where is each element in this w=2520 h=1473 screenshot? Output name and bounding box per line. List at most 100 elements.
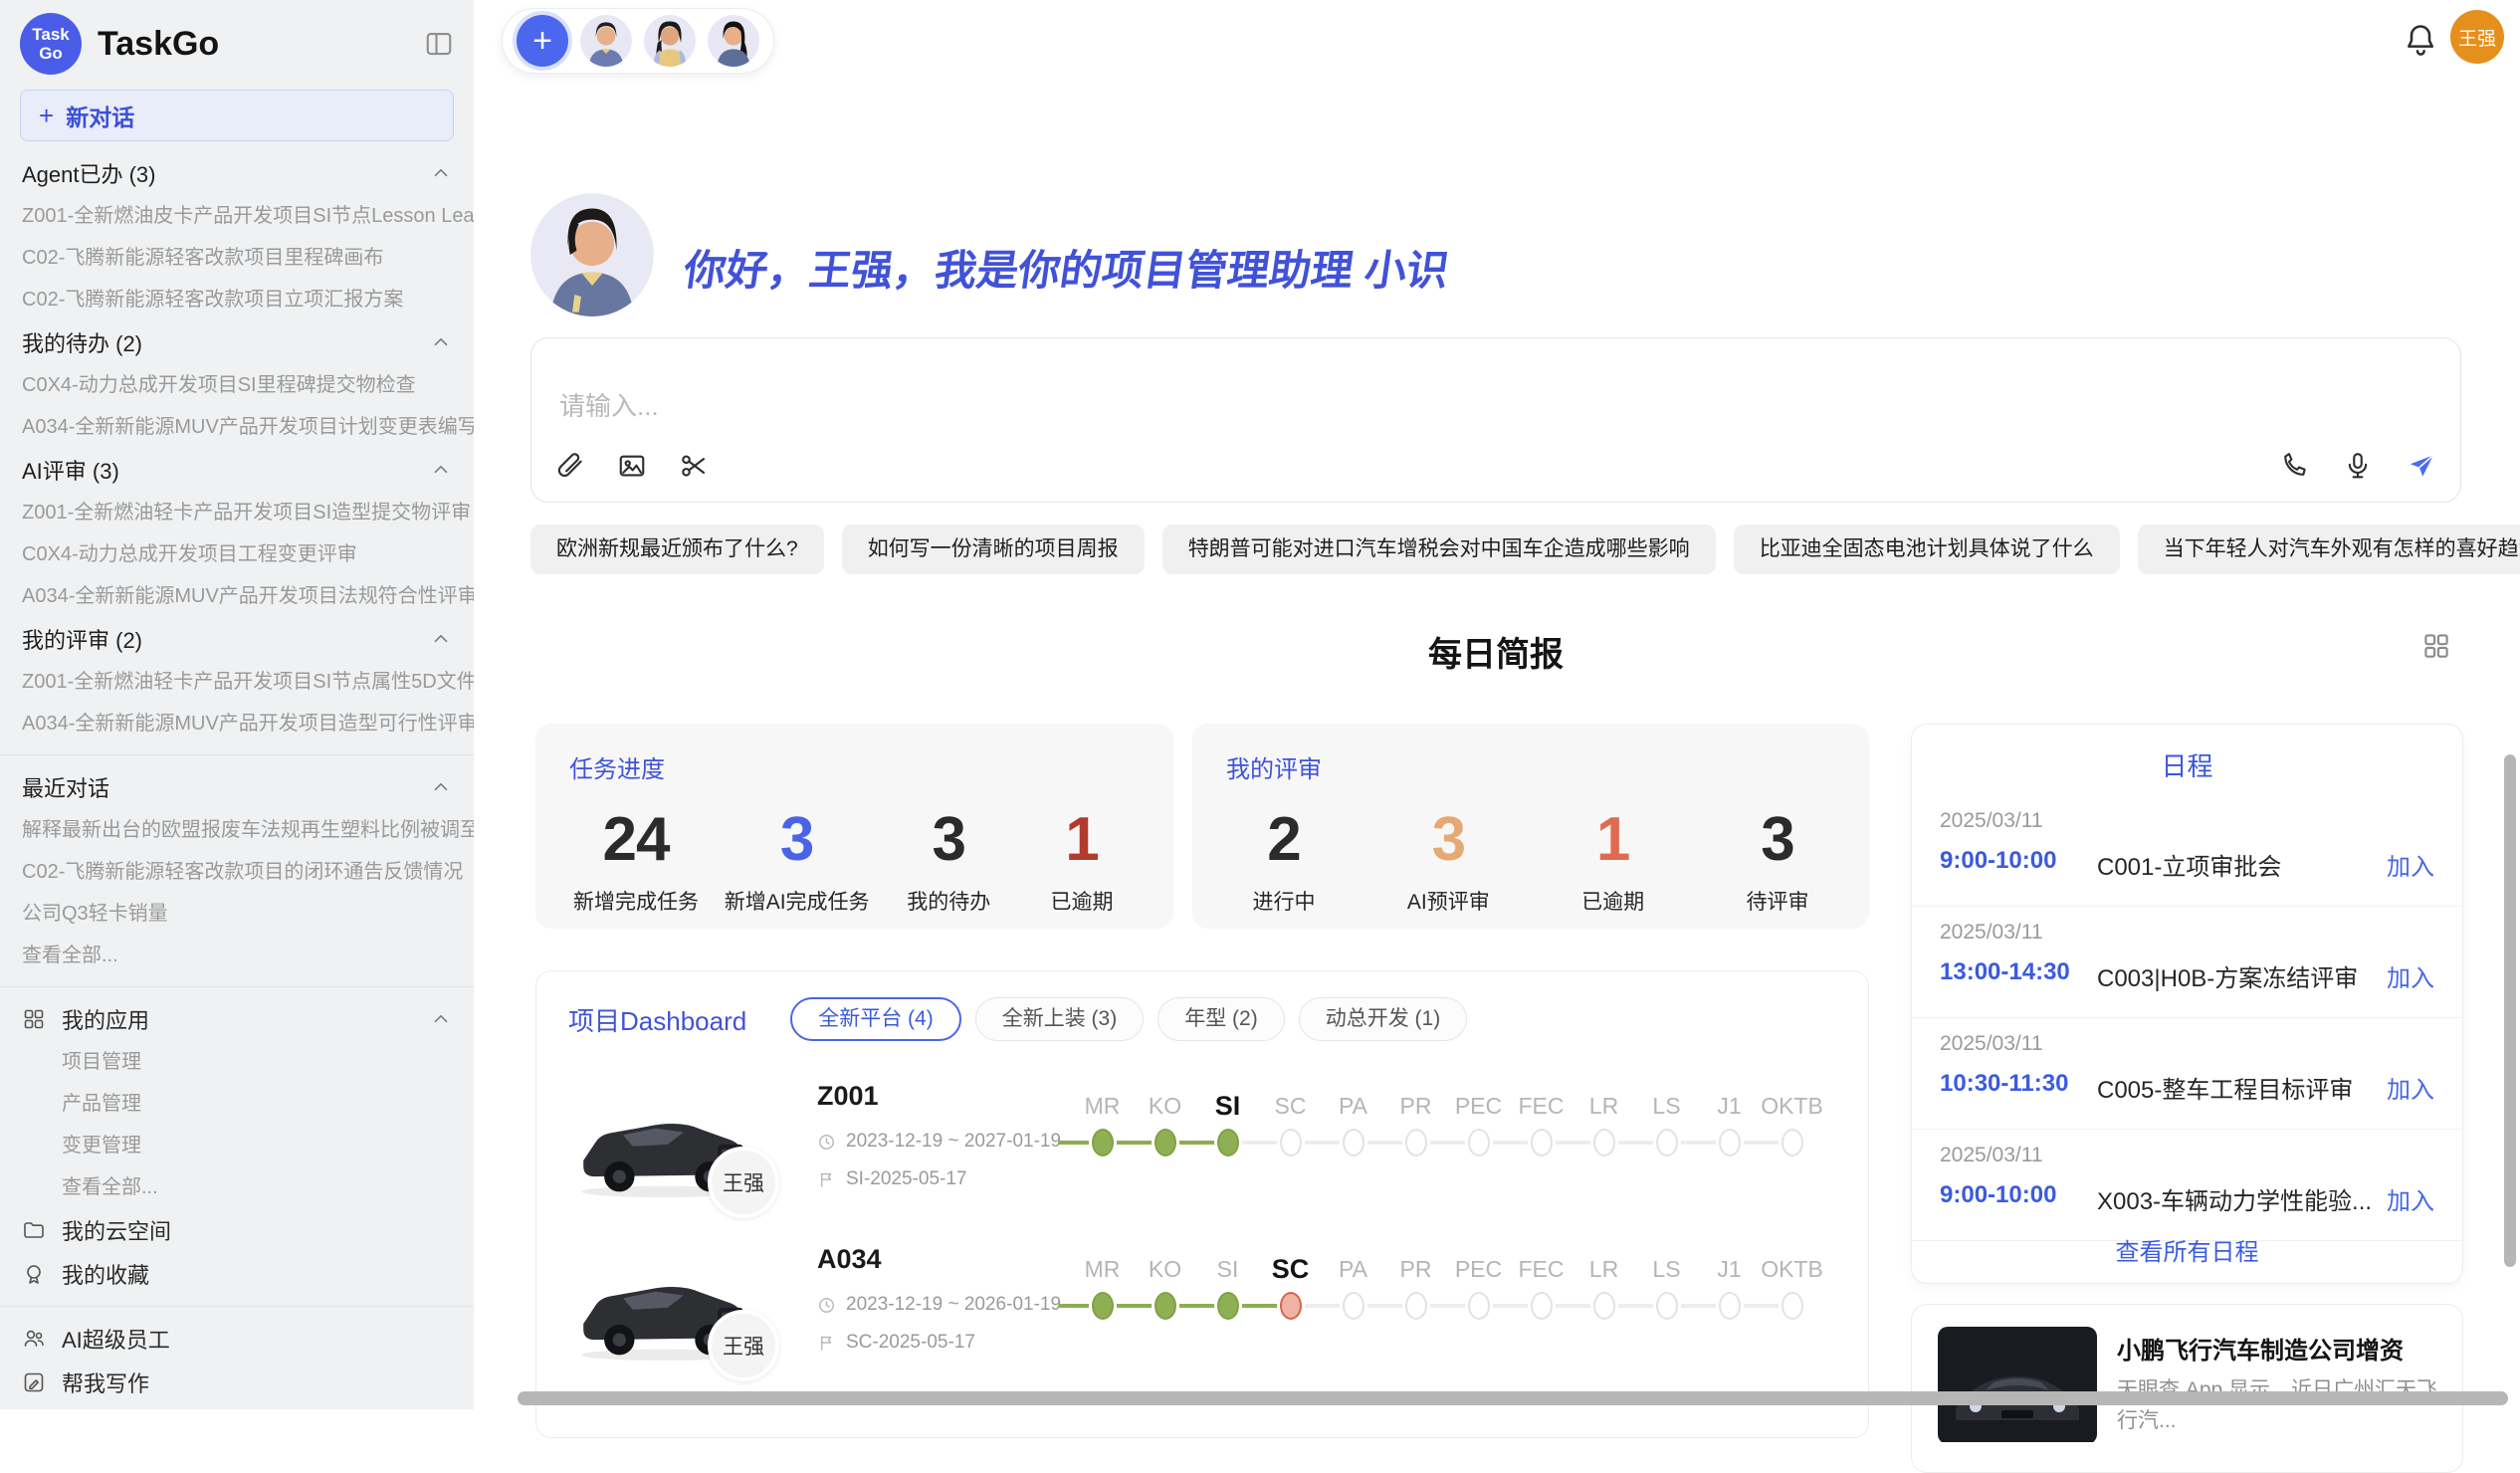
recent-conversation-item[interactable]: 解释最新出台的欧盟报废车法规再生塑料比例被调至15%... xyxy=(0,809,474,851)
milestone-label: SI xyxy=(1196,1250,1259,1288)
sidebar-task-item[interactable]: C0X4-动力总成开发项目工程变更评审 xyxy=(0,533,474,575)
new-chat-button[interactable]: + 新对话 xyxy=(20,90,454,141)
sidebar-task-item[interactable]: C0X4-动力总成开发项目SI里程碑提交物检查 xyxy=(0,364,474,406)
schedule-item: 2025/03/119:00-10:00X003-车辆动力学性能验...加入 xyxy=(1912,1130,2462,1241)
schedule-title: 日程 xyxy=(1912,746,2462,783)
suggestion-chip[interactable]: 特朗普可能对进口汽车增税会对中国车企造成哪些影响 xyxy=(1162,525,1716,574)
sidebar-task-item[interactable]: A034-全新新能源MUV产品开发项目造型可行性评审 xyxy=(0,703,474,744)
project-row[interactable]: 王强A0342023-12-19 ~ 2026-01-19SC-2025-05-… xyxy=(568,1238,1836,1401)
milestone-label: MR xyxy=(1071,1250,1134,1288)
new-chat-label: 新对话 xyxy=(66,99,134,132)
stat-value: 1 xyxy=(1028,804,1136,876)
sidebar-section: Agent已办 (3) Z001-全新燃油皮卡产品开发项目SI节点Lesson … xyxy=(0,151,474,320)
stat: 2进行中 xyxy=(1230,804,1338,916)
my-apps-item[interactable]: 查看全部... xyxy=(0,1166,474,1208)
sidebar-link-write[interactable]: 帮我写作 xyxy=(0,1361,474,1404)
sidebar-section-header[interactable]: 我的评审 (2) xyxy=(0,617,474,661)
milestone-dot xyxy=(1280,1292,1302,1320)
join-meeting-link[interactable]: 加入 xyxy=(2387,1181,2434,1216)
recent-conversation-item[interactable]: C02-飞腾新能源轻客改款项目的闭环通告反馈情况 xyxy=(0,851,474,893)
sidebar-section-header[interactable]: 最近对话 xyxy=(0,765,474,809)
recent-conversation-item[interactable]: 查看全部... xyxy=(0,935,474,976)
my-review-card: 我的评审 2进行中3AI预评审1已逾期3待评审 xyxy=(1192,724,1869,929)
phone-call-icon[interactable] xyxy=(2279,451,2309,486)
stat-value: 3 xyxy=(1394,804,1502,876)
sidebar-task-item[interactable]: C02-飞腾新能源轻客改款项目里程碑画布 xyxy=(0,237,474,279)
milestone-label: MR xyxy=(1071,1087,1134,1125)
sidebar-section-title: 我的评审 (2) xyxy=(22,623,142,655)
milestone-dot xyxy=(1531,1292,1553,1320)
horizontal-scrollbar[interactable] xyxy=(518,1391,2508,1405)
dashboard-tab[interactable]: 年型 (2) xyxy=(1157,997,1285,1041)
project-date-range: 2023-12-19 ~ 2026-01-19 xyxy=(817,1294,1061,1316)
layout-grid-icon[interactable] xyxy=(2421,631,2451,661)
agent-avatar-1[interactable] xyxy=(580,15,632,67)
sidebar-link-folder[interactable]: 我的云空间 xyxy=(0,1208,474,1252)
sidebar-collapse-icon[interactable] xyxy=(424,29,454,59)
dashboard-tab[interactable]: 动总开发 (1) xyxy=(1299,997,1468,1041)
dashboard-tab[interactable]: 全新平台 (4) xyxy=(790,997,961,1041)
sidebar-section-header[interactable]: Agent已办 (3) xyxy=(0,151,474,195)
agent-avatar-3[interactable] xyxy=(708,15,759,67)
join-meeting-link[interactable]: 加入 xyxy=(2387,847,2434,882)
milestone-label: LR xyxy=(1573,1087,1635,1125)
schedule-time: 13:00-14:30 xyxy=(1940,958,2070,985)
sidebar-link-users[interactable]: AI超级员工 xyxy=(0,1317,474,1361)
microphone-icon[interactable] xyxy=(2343,451,2373,486)
image-upload-icon[interactable] xyxy=(617,451,647,486)
project-milestone-flag: SI-2025-05-17 xyxy=(817,1168,966,1190)
chevron-up-icon xyxy=(430,162,452,184)
sidebar-task-item[interactable]: Z001-全新燃油轻卡产品开发项目SI节点属性5D文件评审 xyxy=(0,661,474,703)
chevron-up-icon xyxy=(430,459,452,481)
dashboard-tab[interactable]: 全新上装 (3) xyxy=(975,997,1145,1041)
sidebar-link-badge[interactable]: 我的收藏 xyxy=(0,1252,474,1296)
send-icon[interactable] xyxy=(2407,451,2436,486)
divider xyxy=(0,1306,474,1307)
scissors-icon[interactable] xyxy=(679,451,709,486)
schedule-card: 日程 2025/03/119:00-10:00C001-立项审批会加入 2025/… xyxy=(1911,724,2463,1284)
join-meeting-link[interactable]: 加入 xyxy=(2387,1070,2434,1105)
milestone-dot xyxy=(1593,1129,1615,1157)
view-all-schedule-link[interactable]: 查看所有日程 xyxy=(1912,1232,2462,1267)
vertical-scrollbar[interactable] xyxy=(2504,754,2516,1267)
chat-input[interactable]: 请输入... xyxy=(530,337,2461,503)
folder-icon xyxy=(22,1218,46,1242)
sidebar-task-item[interactable]: Z001-全新燃油轻卡产品开发项目SI造型提交物评审 xyxy=(0,492,474,533)
suggestion-chip[interactable]: 比亚迪全固态电池计划具体说了什么 xyxy=(1734,525,2120,574)
attachment-icon[interactable] xyxy=(555,451,585,486)
agent-avatar-2[interactable] xyxy=(644,15,696,67)
add-agent-button[interactable]: + xyxy=(517,15,568,67)
task-progress-title: 任务进度 xyxy=(569,749,1140,784)
join-meeting-link[interactable]: 加入 xyxy=(2387,958,2434,993)
sidebar-task-item[interactable]: A034-全新新能源MUV产品开发项目计划变更表编写 xyxy=(0,406,474,448)
user-name: 王强 xyxy=(2458,24,2496,51)
my-apps-item[interactable]: 产品管理 xyxy=(0,1083,474,1125)
suggestion-chip[interactable]: 欧洲新规最近颁布了什么? xyxy=(530,525,824,574)
recent-conversation-item[interactable]: 公司Q3轻卡销量 xyxy=(0,893,474,935)
schedule-item: 2025/03/119:00-10:00C001-立项审批会加入 xyxy=(1912,795,2462,907)
sidebar-section-header[interactable]: AI评审 (3) xyxy=(0,448,474,492)
my-apps-item[interactable]: 项目管理 xyxy=(0,1041,474,1083)
sidebar-task-item[interactable]: Z001-全新燃油皮卡产品开发项目SI节点Lesson Learn报告 xyxy=(0,195,474,237)
milestone-dot xyxy=(1782,1129,1803,1157)
schedule-event-name: C005-整车工程目标评审 xyxy=(2097,1070,2353,1105)
app-title: TaskGo xyxy=(98,25,219,64)
suggestion-chip[interactable]: 如何写一份清晰的项目周报 xyxy=(842,525,1145,574)
user-avatar[interactable]: 王强 xyxy=(2450,10,2504,64)
notifications-bell-icon[interactable] xyxy=(2403,22,2438,58)
my-apps-item[interactable]: 变更管理 xyxy=(0,1125,474,1166)
news-card[interactable]: 小鹏飞行汽车制造公司增资 天眼查 App 显示，近日广州汇天飞行汽... xyxy=(1911,1304,2463,1473)
sidebar-section-title: 我的待办 (2) xyxy=(22,326,142,358)
sidebar-task-item[interactable]: C02-飞腾新能源轻客改款项目立项汇报方案 xyxy=(0,279,474,320)
project-row[interactable]: 王强Z0012023-12-19 ~ 2027-01-19SI-2025-05-… xyxy=(568,1075,1836,1238)
sidebar-section-header[interactable]: 我的待办 (2) xyxy=(0,320,474,364)
suggestion-chip[interactable]: 当下年轻人对汽车外观有怎样的喜好趋势 xyxy=(2138,525,2520,574)
project-dashboard-card: 项目Dashboard 全新平台 (4)全新上装 (3)年型 (2)动总开发 (… xyxy=(535,970,1869,1438)
sidebar-task-item[interactable]: A034-全新新能源MUV产品开发项目法规符合性评审 xyxy=(0,575,474,617)
sidebar-header: Task Go TaskGo xyxy=(0,0,474,76)
stat-value: 3 xyxy=(895,804,1002,876)
my-review-title: 我的评审 xyxy=(1226,749,1835,784)
my-apps-title: 我的应用 xyxy=(62,1003,149,1035)
my-apps-header[interactable]: 我的应用 xyxy=(0,997,474,1041)
sidebar-link-feather[interactable]: 创意制图 xyxy=(0,1404,474,1409)
